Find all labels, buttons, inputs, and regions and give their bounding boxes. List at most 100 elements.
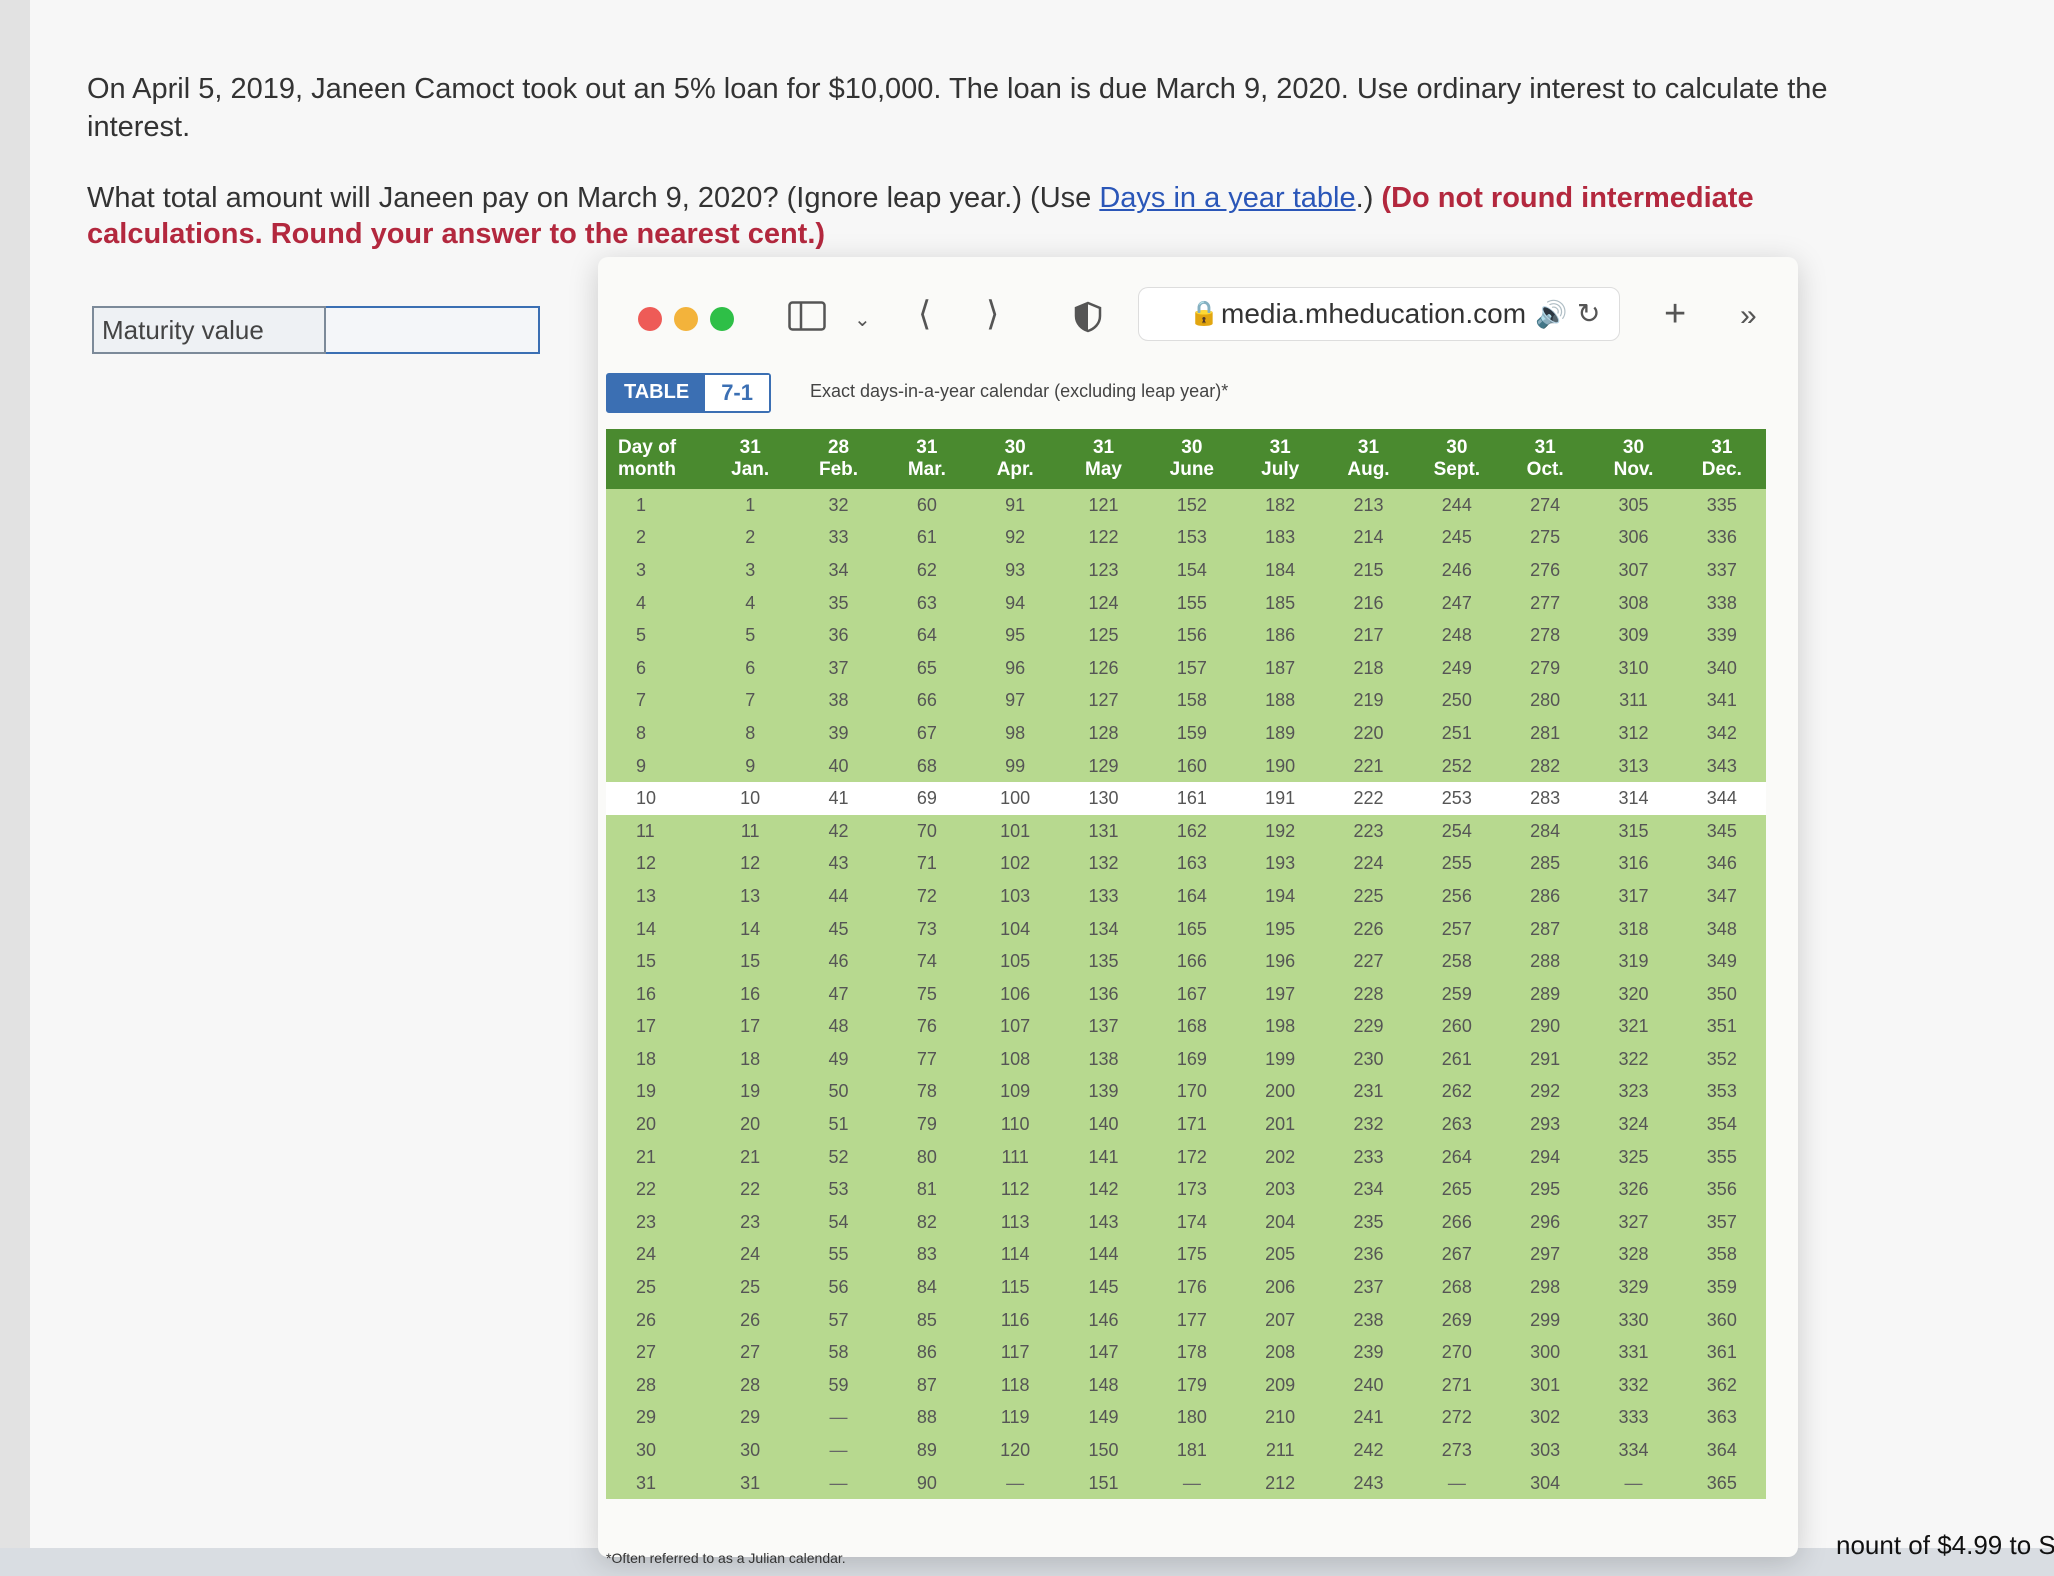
day-number-cell: 39 [794, 717, 883, 750]
day-number-cell: 309 [1589, 619, 1678, 652]
left-edge [0, 0, 30, 1576]
month-days: 31 [1711, 437, 1733, 458]
day-number-cell: 3 [706, 554, 795, 587]
back-icon[interactable]: ⟨ [918, 297, 931, 331]
day-number-cell: 48 [794, 1010, 883, 1044]
day-number-cell: 125 [1059, 619, 1148, 652]
table-row: 6 6 37 65 96 126 157 187 218 249 279 310 340 [606, 651, 1766, 685]
day-number-cell: 226 [1324, 912, 1413, 946]
day-number-cell: 84 [882, 1271, 972, 1304]
reload-icon[interactable]: ↻ [1577, 288, 1600, 340]
day-number-cell: 287 [1500, 912, 1590, 946]
forward-icon[interactable]: ⟩ [986, 297, 999, 331]
day-number-cell: 213 [1324, 489, 1413, 522]
day-number-cell: 346 [1677, 847, 1766, 881]
day-number-cell: 235 [1324, 1206, 1413, 1239]
day-number-cell: 150 [1059, 1434, 1148, 1467]
day-number-cell: 28 [706, 1369, 795, 1402]
day-number-cell: 152 [1147, 489, 1236, 522]
day-number-cell: 260 [1412, 1010, 1501, 1044]
table-row: 2 2 33 61 92 122 153 183 214 245 275 306 336 [606, 521, 1766, 555]
day-number-cell: 222 [1324, 782, 1413, 815]
day-number-cell: 248 [1412, 619, 1501, 652]
day-number-cell: 318 [1589, 912, 1678, 946]
day-number-cell: 167 [1147, 977, 1236, 1011]
day-number-cell: 181 [1147, 1434, 1236, 1467]
day-number-cell: 96 [971, 651, 1060, 685]
address-bar[interactable]: 🔒 media.mheducation.com 🔊 ↻ [1138, 287, 1620, 341]
zoom-window-button[interactable] [710, 307, 734, 331]
day-number-cell: 334 [1589, 1434, 1678, 1467]
table-row: 7 7 38 66 97 127 158 188 219 250 280 311 341 [606, 684, 1766, 718]
day-number-cell: 298 [1500, 1271, 1590, 1304]
day-number-cell: 254 [1412, 814, 1501, 848]
day-number-cell: 153 [1147, 521, 1236, 555]
day-number-cell: 272 [1412, 1401, 1501, 1435]
day-of-month-cell: 21 [606, 1140, 707, 1174]
day-number-cell: 71 [882, 847, 972, 881]
day-of-month-cell: 5 [606, 619, 707, 652]
day-number-cell: 196 [1236, 945, 1325, 978]
day-number-cell: 329 [1589, 1271, 1678, 1304]
day-number-cell: 29 [706, 1401, 795, 1435]
day-number-cell: 274 [1500, 489, 1590, 522]
day-number-cell: 352 [1677, 1043, 1766, 1076]
day-number-cell: 109 [971, 1075, 1060, 1109]
maturity-value-input[interactable] [326, 306, 540, 354]
day-number-cell: 349 [1677, 945, 1766, 978]
day-number-cell: 64 [882, 619, 972, 652]
day-number-cell: 155 [1147, 586, 1236, 620]
minimize-window-button[interactable] [674, 307, 698, 331]
day-number-cell: 269 [1412, 1303, 1501, 1337]
day-number-cell: 265 [1412, 1173, 1501, 1207]
close-window-button[interactable] [638, 307, 662, 331]
plus-icon[interactable]: + [1664, 295, 1686, 333]
day-number-cell: 343 [1677, 749, 1766, 783]
day-number-cell: 273 [1412, 1434, 1501, 1467]
day-of-month-cell: 4 [606, 586, 707, 620]
day-number-cell: 247 [1412, 586, 1501, 620]
days-table-link[interactable]: Days in a year table [1099, 182, 1355, 214]
day-number-cell: 188 [1236, 684, 1325, 718]
shield-icon[interactable] [1074, 301, 1102, 339]
day-number-cell: 299 [1500, 1303, 1590, 1337]
day-number-cell: 183 [1236, 521, 1325, 555]
table-row: 5 5 36 64 95 125 156 186 217 248 278 309 339 [606, 619, 1766, 652]
day-number-cell: 136 [1059, 977, 1148, 1011]
month-header-6: 30 June [1147, 429, 1236, 489]
chevron-down-icon[interactable]: ⌄ [854, 303, 871, 337]
day-number-cell: 316 [1589, 847, 1678, 881]
day-number-cell: 100 [971, 782, 1060, 815]
day-number-cell: 54 [794, 1206, 883, 1239]
day-of-month-cell: 9 [606, 749, 707, 783]
day-number-cell: 61 [882, 521, 972, 555]
day-number-cell: 122 [1059, 521, 1148, 555]
day-number-cell: 124 [1059, 586, 1148, 620]
day-number-cell: 20 [706, 1108, 795, 1141]
day-number-cell: 308 [1589, 586, 1678, 620]
table-body: 1 1 32 60 91 121 152 182 213 244 274 305 335 2 2 33 61 92… [606, 489, 1766, 1500]
more-icon[interactable]: » [1740, 299, 1757, 333]
day-number-cell: 278 [1500, 619, 1590, 652]
month-days: 31 [1357, 437, 1380, 458]
day-number-cell: 355 [1677, 1140, 1766, 1174]
day-number-cell: 319 [1589, 945, 1678, 978]
day-number-cell: 341 [1677, 684, 1766, 718]
month-name: Oct. [1526, 459, 1564, 480]
day-number-cell: 88 [882, 1401, 972, 1435]
day-number-cell: 327 [1589, 1206, 1678, 1239]
speaker-icon[interactable]: 🔊 [1535, 288, 1567, 340]
day-of-month-cell: 24 [606, 1238, 707, 1272]
day-number-cell: 321 [1589, 1010, 1678, 1044]
month-name: Nov. [1613, 459, 1654, 480]
day-number-cell: 6 [706, 651, 795, 685]
day-number-cell: 7 [706, 684, 795, 718]
day-number-cell: 35 [794, 586, 883, 620]
day-number-cell: 280 [1500, 684, 1590, 718]
day-number-cell: 189 [1236, 717, 1325, 750]
table-row: 14 14 45 73 104 134 165 195 226 257 287 318 348 [606, 912, 1766, 946]
table-row: 26 26 57 85 116 146 177 207 238 269 299 330 360 [606, 1303, 1766, 1337]
day-number-cell: 107 [971, 1010, 1060, 1044]
table-row: 17 17 48 76 107 137 168 198 229 260 290 321 351 [606, 1010, 1766, 1044]
sidebar-icon[interactable] [788, 301, 826, 337]
